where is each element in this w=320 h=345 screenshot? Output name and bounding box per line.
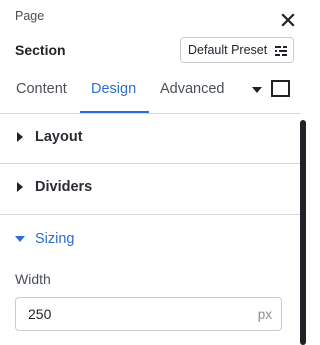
width-field[interactable]: px — [15, 297, 282, 331]
preset-options-icon — [275, 46, 287, 56]
breadcrumb: Page — [15, 9, 45, 23]
close-icon — [281, 13, 295, 27]
section-layout-label: Layout — [35, 129, 83, 145]
tab-content[interactable]: Content — [16, 81, 67, 97]
caret-right-icon — [17, 182, 23, 192]
tab-design[interactable]: Design — [91, 81, 136, 97]
close-button[interactable] — [278, 10, 298, 30]
section-sizing-label: Sizing — [35, 231, 75, 247]
scrollbar[interactable] — [300, 120, 306, 345]
section-dividers[interactable]: Dividers — [15, 179, 92, 195]
section-layout[interactable]: Layout — [15, 129, 83, 145]
tab-advanced[interactable]: Advanced — [160, 81, 225, 97]
section-sizing[interactable]: Sizing — [15, 231, 75, 247]
panel-title: Section — [15, 42, 66, 58]
preset-dropdown[interactable]: Default Preset — [180, 37, 294, 63]
divider — [0, 214, 300, 215]
active-tab-indicator — [80, 111, 149, 113]
caret-down-icon[interactable] — [252, 85, 262, 95]
divider — [0, 163, 300, 164]
caret-right-icon — [17, 132, 23, 142]
tab-bar: Content Design Advanced — [0, 72, 300, 114]
square-icon[interactable] — [271, 80, 290, 97]
caret-down-icon — [15, 236, 25, 242]
preset-label: Default Preset — [188, 43, 268, 57]
section-dividers-label: Dividers — [35, 179, 93, 195]
width-input[interactable] — [28, 306, 228, 322]
width-label: Width — [15, 271, 51, 287]
width-unit: px — [257, 307, 272, 322]
